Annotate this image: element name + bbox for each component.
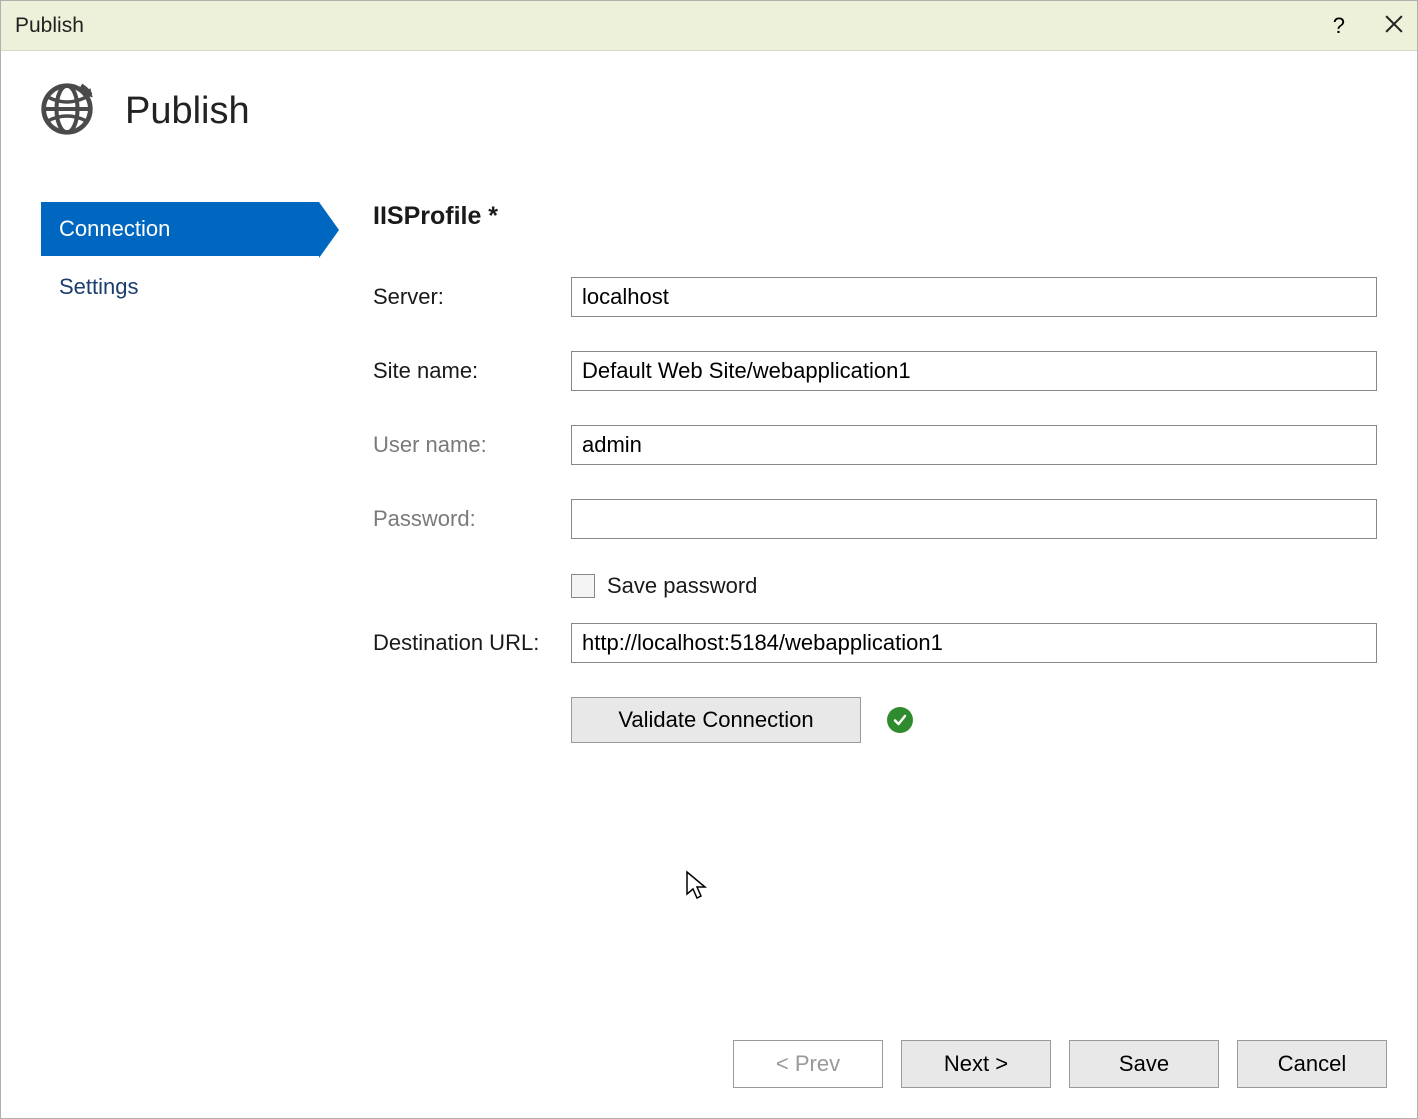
window-title: Publish <box>15 14 84 38</box>
save-button[interactable]: Save <box>1069 1040 1219 1088</box>
row-password: Password: <box>373 499 1377 539</box>
close-icon[interactable] <box>1385 13 1403 39</box>
publish-globe-icon <box>39 81 95 142</box>
validate-connection-button[interactable]: Validate Connection <box>571 697 861 743</box>
next-button[interactable]: Next > <box>901 1040 1051 1088</box>
row-validate: Validate Connection <box>571 697 1377 743</box>
validation-success-icon <box>887 707 913 733</box>
wizard-sidebar: Connection Settings <box>41 202 319 1020</box>
sidebar-item-settings[interactable]: Settings <box>41 260 319 314</box>
cancel-button[interactable]: Cancel <box>1237 1040 1387 1088</box>
save-password-checkbox[interactable] <box>571 574 595 598</box>
site-name-input[interactable] <box>571 351 1377 391</box>
page-heading: Publish <box>125 90 250 133</box>
sidebar-item-connection[interactable]: Connection <box>41 202 319 256</box>
prev-button[interactable]: < Prev <box>733 1040 883 1088</box>
profile-name: IISProfile * <box>373 202 1377 231</box>
user-name-input[interactable] <box>571 425 1377 465</box>
dialog-footer: < Prev Next > Save Cancel <box>1 1020 1417 1118</box>
titlebar: Publish ? <box>1 1 1417 51</box>
label-server: Server: <box>373 284 571 310</box>
sidebar-item-label: Settings <box>59 274 139 299</box>
row-site-name: Site name: <box>373 351 1377 391</box>
form-pane: IISProfile * Server: Site name: User nam… <box>319 202 1377 1020</box>
help-icon[interactable]: ? <box>1333 13 1345 39</box>
server-input[interactable] <box>571 277 1377 317</box>
label-save-password: Save password <box>607 573 757 599</box>
row-save-password: Save password <box>571 573 1377 599</box>
destination-url-input[interactable] <box>571 623 1377 663</box>
row-destination-url: Destination URL: <box>373 623 1377 663</box>
password-input[interactable] <box>571 499 1377 539</box>
label-user-name: User name: <box>373 432 571 458</box>
sidebar-item-label: Connection <box>59 216 170 241</box>
label-password: Password: <box>373 506 571 532</box>
row-server: Server: <box>373 277 1377 317</box>
row-user-name: User name: <box>373 425 1377 465</box>
label-destination-url: Destination URL: <box>373 630 571 656</box>
main-content: Connection Settings IISProfile * Server:… <box>1 152 1417 1020</box>
label-site-name: Site name: <box>373 358 571 384</box>
content-header: Publish <box>1 51 1417 152</box>
publish-dialog: Publish ? Publish Connection <box>0 0 1418 1119</box>
